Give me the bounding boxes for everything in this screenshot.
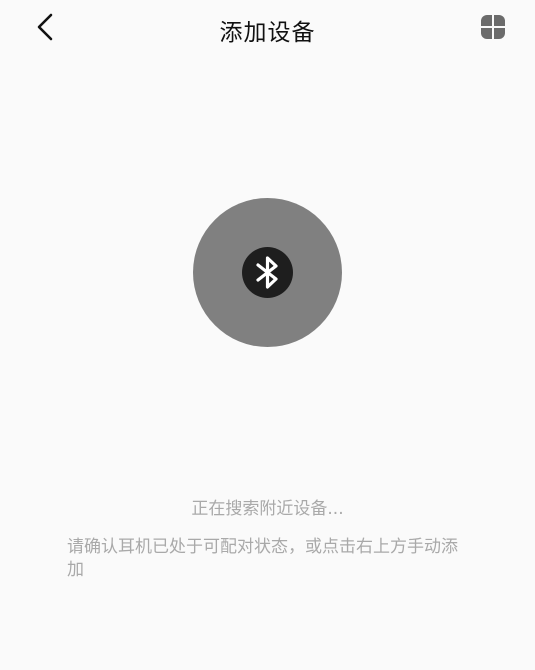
pairing-hint: 请确认耳机已处于可配对状态，或点击右上方手动添加 [67,537,458,580]
searching-status: 正在搜索附近设备... [191,499,344,519]
bluetooth-icon [256,256,278,289]
add-device-screen: 添加设备 正在搜索附近设备... 请确认耳机已处于可配对状态，或点击右上方手动添… [0,0,535,670]
bluetooth-scan-indicator [193,198,342,347]
bluetooth-badge [242,247,293,298]
apps-button[interactable] [476,10,510,44]
page-title: 添加设备 [219,20,316,46]
four-petal-grid-icon [481,15,505,39]
